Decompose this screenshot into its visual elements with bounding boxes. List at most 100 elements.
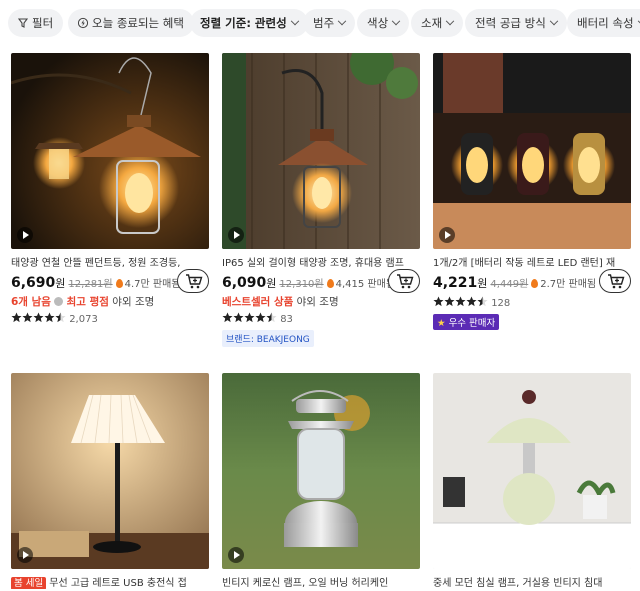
price: 6,690 bbox=[11, 275, 56, 291]
product-card[interactable]: IP65 실외 걸이형 태양광 조명, 휴대용 램프 6,090원 12,310원… bbox=[222, 53, 420, 348]
today-ending-chip[interactable]: 오늘 종료되는 혜택 bbox=[68, 9, 194, 37]
battery-label: 배터리 속성 bbox=[577, 16, 634, 30]
chevron-down-icon bbox=[290, 16, 299, 26]
top-seller-badge: ★ 우수 판매자 bbox=[433, 314, 500, 330]
add-to-cart-button[interactable] bbox=[177, 269, 209, 293]
price: 6,090 bbox=[222, 275, 267, 291]
star-icon bbox=[222, 312, 233, 323]
currency: 원 bbox=[477, 277, 488, 290]
star-icon bbox=[33, 312, 44, 323]
sold-count: 4,415 판매됨 bbox=[335, 279, 396, 290]
play-video-icon[interactable] bbox=[17, 227, 33, 243]
top-rated-label: 최고 평점 bbox=[66, 296, 109, 308]
rating: 128 bbox=[433, 296, 510, 310]
play-video-icon[interactable] bbox=[439, 227, 455, 243]
color-dropdown[interactable]: 색상 bbox=[357, 9, 410, 37]
filter-chip-label: 필터 bbox=[32, 16, 54, 30]
flame-icon bbox=[115, 279, 123, 288]
lightning-icon bbox=[77, 17, 89, 28]
product-title-text: 무선 고급 레트로 USB 충전식 접 bbox=[49, 578, 187, 589]
battery-dropdown[interactable]: 배터리 속성 bbox=[567, 9, 640, 37]
bestseller-label: 베스트셀러 상품 bbox=[222, 296, 294, 308]
chevron-down-icon bbox=[549, 16, 559, 26]
rating: 83 bbox=[222, 312, 293, 326]
material-dropdown[interactable]: 소재 bbox=[411, 9, 464, 37]
category-dropdown[interactable]: 범주 bbox=[303, 9, 356, 37]
star-icon bbox=[244, 312, 255, 323]
chevron-down-icon bbox=[445, 16, 455, 26]
sort-label: 정렬 기준: 관련성 bbox=[200, 16, 287, 30]
category-label: 야외 조명 bbox=[296, 296, 339, 308]
product-image[interactable] bbox=[222, 53, 420, 249]
rating: 2,073 bbox=[11, 312, 98, 326]
half-star-icon bbox=[266, 312, 277, 323]
category-label: 범주 bbox=[313, 16, 335, 30]
filter-chip[interactable]: 필터 bbox=[8, 9, 64, 37]
power-supply-label: 전력 공급 방식 bbox=[475, 16, 546, 30]
filter-bar: 필터 오늘 종료되는 혜택 정렬 기준: 관련성 범주 색상 소재 전력 공급 … bbox=[0, 0, 640, 46]
stock-left: 6개 남음 bbox=[11, 296, 51, 308]
price-row: 6,090원 12,310원 4,415 판매됨 bbox=[222, 272, 395, 294]
play-video-icon[interactable] bbox=[17, 547, 33, 563]
star-icon bbox=[255, 312, 266, 323]
currency: 원 bbox=[266, 277, 277, 290]
star-icon bbox=[11, 312, 22, 323]
original-price: 12,281원 bbox=[68, 279, 113, 290]
product-card[interactable]: 1개/2개 [배터리 작동 레트로 LED 랜턴] 재 4,221원 4,449원… bbox=[433, 53, 631, 333]
sold-count: 2.7만 판매됨 bbox=[540, 279, 597, 290]
half-star-icon bbox=[55, 312, 66, 323]
play-video-icon[interactable] bbox=[228, 547, 244, 563]
product-title[interactable]: 중세 모던 침실 램프, 거실용 빈티지 침대 bbox=[433, 574, 631, 589]
category-label: 야외 조명 bbox=[112, 296, 155, 308]
star-badge-icon: ★ bbox=[437, 318, 446, 329]
flame-icon bbox=[531, 279, 539, 288]
today-ending-label: 오늘 종료되는 혜택 bbox=[92, 16, 184, 30]
sale-tag: 봄 세일 bbox=[11, 577, 47, 589]
product-title[interactable]: IP65 실외 걸이형 태양광 조명, 휴대용 램프 bbox=[222, 254, 420, 269]
star-icon bbox=[44, 312, 55, 323]
play-video-icon[interactable] bbox=[228, 227, 244, 243]
chevron-down-icon bbox=[337, 16, 347, 26]
half-star-icon bbox=[477, 296, 488, 307]
original-price: 4,449원 bbox=[490, 279, 529, 290]
star-icon bbox=[233, 312, 244, 323]
brand-badge[interactable]: 브랜드: BEAKJEONG bbox=[222, 330, 314, 347]
product-image[interactable] bbox=[433, 373, 631, 569]
product-image[interactable] bbox=[222, 373, 420, 569]
product-card[interactable]: 빈티지 케로신 램프, 오일 버닝 허리케인 bbox=[222, 373, 420, 591]
product-image[interactable] bbox=[433, 53, 631, 249]
add-to-cart-button[interactable] bbox=[388, 269, 420, 293]
star-icon bbox=[22, 312, 33, 323]
price-row: 4,221원 4,449원 2.7만 판매됨 bbox=[433, 272, 597, 294]
add-to-cart-button[interactable] bbox=[599, 269, 631, 293]
product-meta: 6개 남음 최고 평점 야외 조명 bbox=[11, 294, 154, 309]
review-count: 2,073 bbox=[69, 314, 98, 325]
flame-icon bbox=[326, 279, 334, 288]
product-image[interactable] bbox=[11, 53, 209, 249]
material-label: 소재 bbox=[421, 16, 443, 30]
product-image[interactable] bbox=[11, 373, 209, 569]
sort-dropdown[interactable]: 정렬 기준: 관련성 bbox=[190, 9, 308, 37]
product-card[interactable]: 중세 모던 침실 램프, 거실용 빈티지 침대 bbox=[433, 373, 631, 591]
info-icon bbox=[54, 297, 64, 306]
product-title[interactable]: 봄 세일 무선 고급 레트로 USB 충전식 접 bbox=[11, 574, 209, 589]
product-card[interactable]: 태양광 연철 안뜰 펜던트등, 정원 조경등, 6,690원 12,281원 4.7… bbox=[11, 53, 209, 333]
product-title[interactable]: 빈티지 케로신 램프, 오일 버닝 허리케인 bbox=[222, 574, 420, 589]
price: 4,221 bbox=[433, 275, 478, 291]
product-title[interactable]: 태양광 연철 안뜰 펜던트등, 정원 조경등, bbox=[11, 254, 209, 269]
price-row: 6,690원 12,281원 4.7만 판매됨 bbox=[11, 272, 181, 294]
currency: 원 bbox=[55, 277, 66, 290]
star-icon bbox=[433, 296, 444, 307]
product-title[interactable]: 1개/2개 [배터리 작동 레트로 LED 랜턴] 재 bbox=[433, 254, 631, 269]
color-label: 색상 bbox=[367, 16, 389, 30]
cart-icon bbox=[608, 274, 625, 289]
star-icon bbox=[466, 296, 477, 307]
star-icon bbox=[455, 296, 466, 307]
power-supply-dropdown[interactable]: 전력 공급 방식 bbox=[465, 9, 567, 37]
seller-badge-label: 우수 판매자 bbox=[448, 318, 496, 329]
product-card[interactable]: 봄 세일 무선 고급 레트로 USB 충전식 접 bbox=[11, 373, 209, 591]
product-meta: 베스트셀러 상품 야외 조명 bbox=[222, 294, 339, 309]
review-count: 128 bbox=[491, 298, 511, 309]
original-price: 12,310원 bbox=[279, 279, 324, 290]
review-count: 83 bbox=[280, 314, 293, 325]
